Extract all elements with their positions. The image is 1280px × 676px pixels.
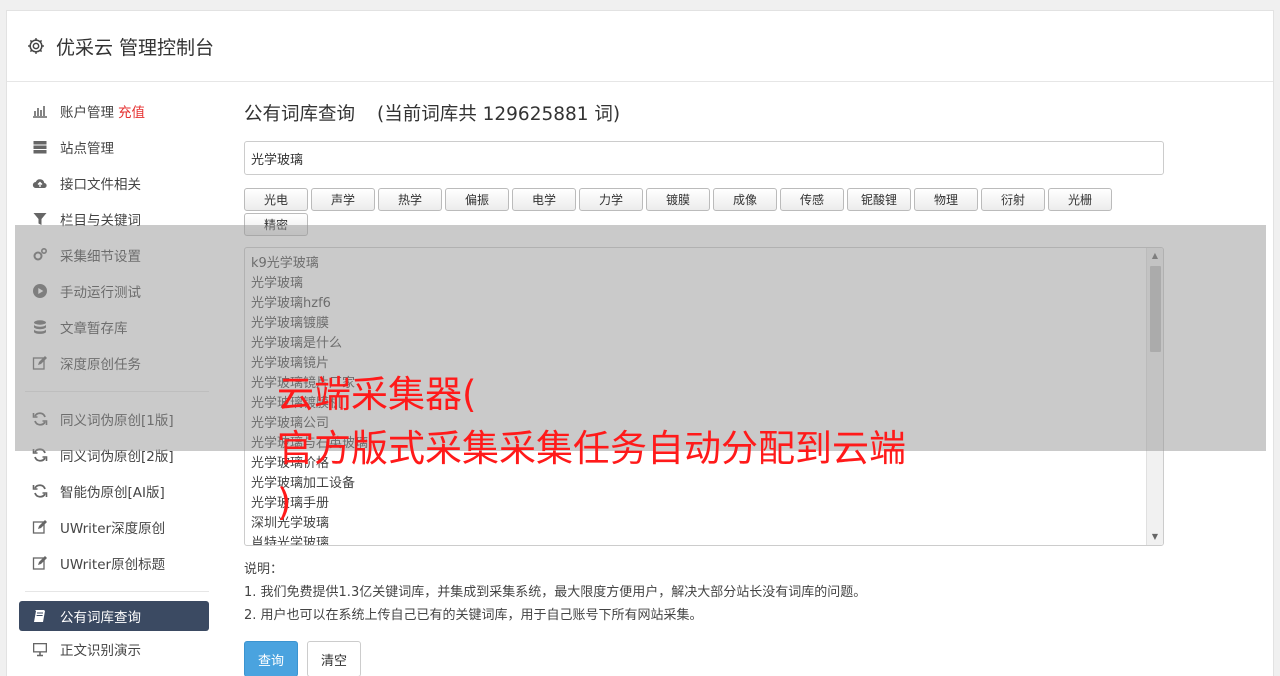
- tag-button[interactable]: 光电: [244, 188, 308, 211]
- sidebar-item-label: 文章暂存库: [60, 321, 128, 337]
- results-scrollbar[interactable]: ▲ ▼: [1146, 248, 1163, 545]
- list-item[interactable]: 光学玻璃hzf6: [251, 294, 1163, 314]
- sidebar-item-manual-run[interactable]: 手动运行测试: [19, 273, 209, 309]
- list-item[interactable]: 光学玻璃镀膜机: [251, 394, 1163, 414]
- list-item[interactable]: 光学玻璃镜片: [251, 354, 1163, 374]
- note-line: 2. 用户也可以在系统上传自己已有的关键词库，用于自己账号下所有网站采集。: [244, 608, 703, 623]
- list-item[interactable]: k9光学玻璃: [251, 254, 1163, 274]
- sidebar-item-article-store[interactable]: 文章暂存库: [19, 309, 209, 345]
- query-button[interactable]: 查询: [244, 641, 298, 676]
- list-item[interactable]: 光学玻璃价格: [251, 454, 1163, 474]
- tag-button[interactable]: 声学: [311, 188, 375, 211]
- refresh-icon: [31, 411, 48, 428]
- main-content: 公有词库查询 (当前词库共 129625881 词) 光电 声学 热学 偏振 电学…: [244, 98, 1164, 676]
- scrollbar-thumb[interactable]: [1150, 266, 1161, 352]
- sidebar-item-label: 公有词库查询: [60, 610, 141, 626]
- list-item[interactable]: 光学玻璃镀膜: [251, 314, 1163, 334]
- tag-button[interactable]: 成像: [713, 188, 777, 211]
- tag-button[interactable]: 镀膜: [646, 188, 710, 211]
- server-icon: [31, 139, 48, 156]
- list-item[interactable]: 光学玻璃手册: [251, 494, 1163, 514]
- list-item[interactable]: 光学玻璃与石英玻璃: [251, 434, 1163, 454]
- sidebar-item-label: 栏目与关键词: [60, 213, 141, 229]
- sidebar-item-ai-rewrite[interactable]: 智能伪原创[AI版]: [19, 473, 209, 509]
- scroll-up-icon[interactable]: ▲: [1147, 248, 1163, 264]
- bar-chart-icon: [31, 103, 48, 120]
- sidebar-item-uwriter-deep[interactable]: UWriter深度原创: [19, 509, 209, 545]
- notes-section: 说明： 1. 我们免费提供1.3亿关键词库，并集成到采集系统，最大限度方便用户，…: [244, 558, 1164, 627]
- refresh-icon: [31, 483, 48, 500]
- sidebar-item-synonym-v2[interactable]: 同义词伪原创[2版]: [19, 437, 209, 473]
- sidebar-item-label: 同义词伪原创[1版]: [60, 413, 174, 429]
- list-item[interactable]: 深圳光学玻璃: [251, 514, 1163, 534]
- sidebar-divider: [25, 391, 209, 392]
- list-item[interactable]: 光学玻璃是什么: [251, 334, 1163, 354]
- list-item[interactable]: 光学玻璃: [251, 274, 1163, 294]
- sidebar-item-sites[interactable]: 站点管理: [19, 129, 209, 165]
- cloud-upload-icon: [31, 175, 48, 192]
- tag-button[interactable]: 偏振: [445, 188, 509, 211]
- edit-icon: [31, 355, 48, 372]
- keyword-search-input[interactable]: [244, 141, 1164, 175]
- clear-button[interactable]: 清空: [307, 641, 361, 676]
- scroll-down-icon[interactable]: ▼: [1147, 529, 1163, 545]
- page-title-text: 公有词库查询: [244, 104, 356, 125]
- tag-button[interactable]: 衍射: [981, 188, 1045, 211]
- sidebar-item-label: UWriter深度原创: [60, 521, 166, 537]
- tag-button[interactable]: 铌酸锂: [847, 188, 911, 211]
- tag-button[interactable]: 物理: [914, 188, 978, 211]
- sidebar-divider: [25, 591, 209, 592]
- category-tags: 光电 声学 热学 偏振 电学 力学 镀膜 成像 传感 铌酸锂 物理 衍射 光栅 …: [244, 188, 1164, 236]
- sidebar-item-text-recognition[interactable]: 正文识别演示: [19, 631, 209, 667]
- sidebar-item-interface-files[interactable]: 接口文件相关: [19, 165, 209, 201]
- sidebar-item-label: 采集细节设置: [60, 249, 141, 265]
- sidebar-item-public-lexicon[interactable]: 公有词库查询: [19, 601, 209, 631]
- sidebar-item-label: 正文识别演示: [60, 643, 141, 659]
- book-icon: [31, 608, 48, 625]
- edit-icon: [31, 555, 48, 572]
- recharge-link[interactable]: 充值: [118, 101, 145, 121]
- sidebar-item-label: UWriter原创标题: [60, 557, 166, 573]
- cogs-icon: [31, 247, 48, 264]
- list-item[interactable]: 光学玻璃镜片厂家: [251, 374, 1163, 394]
- sidebar: 账户管理 充值 站点管理 接口文件相关 栏目与关键词 采集细节设置 手动运行测试…: [19, 93, 209, 667]
- action-buttons: 查询 清空: [244, 641, 1164, 676]
- notes-title: 说明：: [244, 562, 284, 577]
- list-item[interactable]: 光学玻璃加工设备: [251, 474, 1163, 494]
- keyword-results-list[interactable]: k9光学玻璃 光学玻璃 光学玻璃hzf6 光学玻璃镀膜 光学玻璃是什么 光学玻璃…: [244, 247, 1164, 546]
- page-title: 公有词库查询 (当前词库共 129625881 词): [244, 98, 1164, 132]
- tag-button[interactable]: 精密: [244, 213, 308, 236]
- filter-icon: [31, 211, 48, 228]
- sidebar-item-columns-keywords[interactable]: 栏目与关键词: [19, 201, 209, 237]
- list-item[interactable]: 光学玻璃公司: [251, 414, 1163, 434]
- edit-icon: [31, 519, 48, 536]
- lexicon-count: (当前词库共 129625881 词): [377, 104, 621, 125]
- app-title: 优采云 管理控制台: [56, 36, 215, 59]
- sidebar-item-label: 深度原创任务: [60, 357, 141, 373]
- tag-button[interactable]: 电学: [512, 188, 576, 211]
- sidebar-item-label: 账户管理: [60, 105, 114, 121]
- sidebar-item-uwriter-title[interactable]: UWriter原创标题: [19, 545, 209, 581]
- tag-button[interactable]: 力学: [579, 188, 643, 211]
- tag-button[interactable]: 热学: [378, 188, 442, 211]
- refresh-icon: [31, 447, 48, 464]
- sidebar-item-deep-original[interactable]: 深度原创任务: [19, 345, 209, 381]
- sidebar-item-collect-settings[interactable]: 采集细节设置: [19, 237, 209, 273]
- monitor-icon: [31, 641, 48, 658]
- gear-icon: [26, 36, 46, 56]
- database-icon: [31, 319, 48, 336]
- sidebar-item-label: 智能伪原创[AI版]: [60, 485, 165, 501]
- note-line: 1. 我们免费提供1.3亿关键词库，并集成到采集系统，最大限度方便用户，解决大部…: [244, 585, 867, 600]
- sidebar-item-label: 同义词伪原创[2版]: [60, 449, 174, 465]
- sidebar-item-label: 站点管理: [60, 141, 114, 157]
- app-header: 优采云 管理控制台: [7, 11, 1273, 82]
- tag-button[interactable]: 光栅: [1048, 188, 1112, 211]
- sidebar-item-label: 接口文件相关: [60, 177, 141, 193]
- sidebar-item-account[interactable]: 账户管理 充值: [19, 93, 209, 129]
- list-item[interactable]: 肖特光学玻璃: [251, 534, 1163, 545]
- play-circle-icon: [31, 283, 48, 300]
- tag-button[interactable]: 传感: [780, 188, 844, 211]
- sidebar-item-synonym-v1[interactable]: 同义词伪原创[1版]: [19, 401, 209, 437]
- sidebar-item-label: 手动运行测试: [60, 285, 141, 301]
